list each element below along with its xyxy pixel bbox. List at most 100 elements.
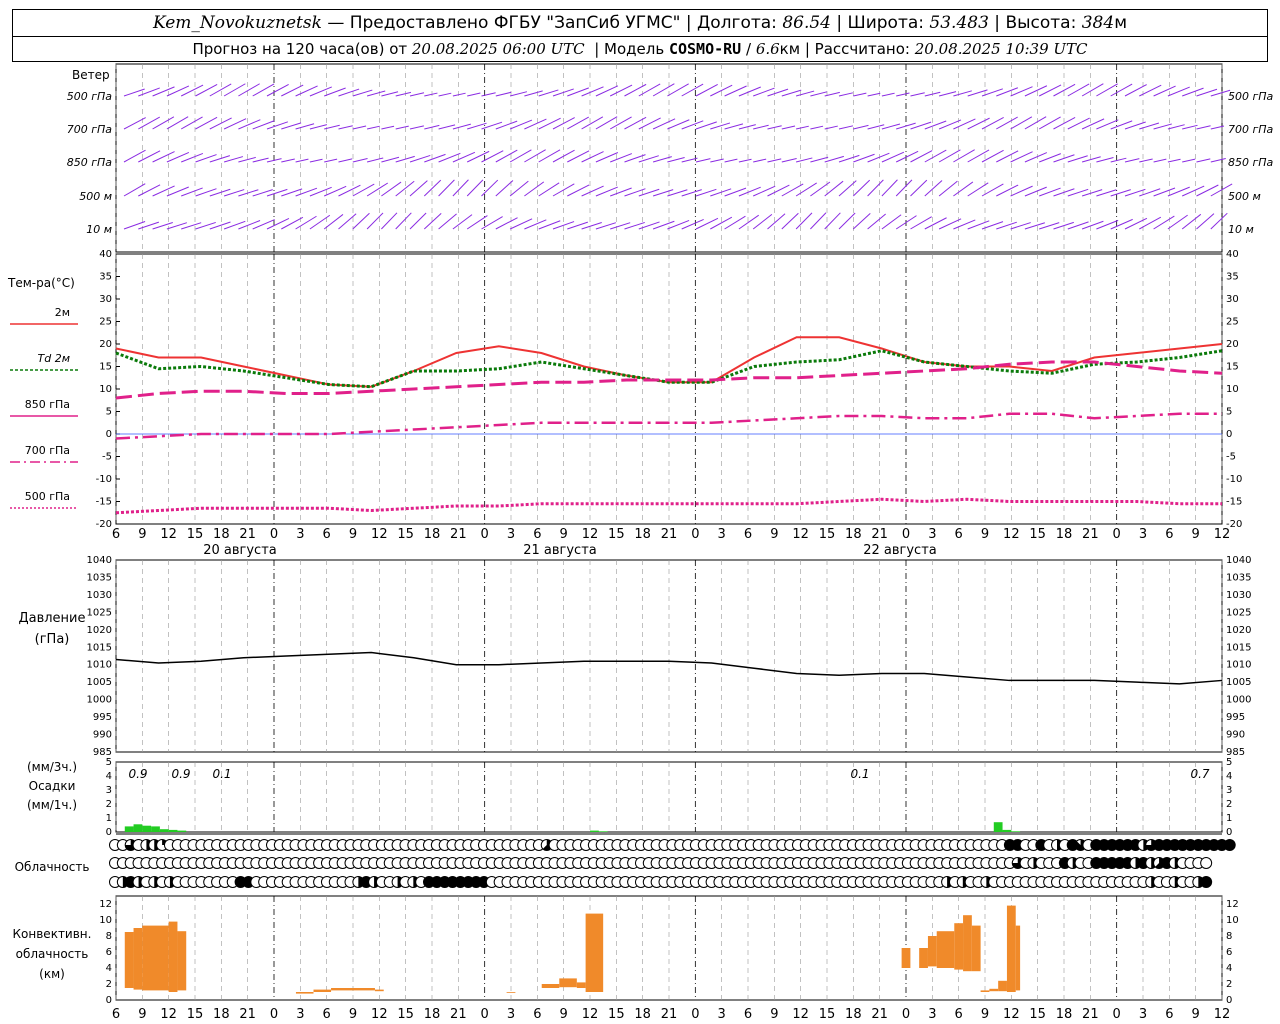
hour-tick-label: 21	[661, 1007, 678, 1022]
precip-tick-label: 3	[106, 785, 112, 796]
wind-barb	[767, 184, 790, 197]
wind-barb	[852, 213, 871, 230]
precip-unit-3h: (мм/3ч.)	[27, 760, 77, 774]
wind-barb	[509, 119, 533, 130]
wind-barb	[881, 179, 898, 197]
hour-tick-label: 6	[112, 527, 120, 542]
wind-barb	[381, 91, 399, 97]
conv-cloud-bar	[998, 980, 1007, 992]
hour-tick-label: 3	[1139, 1007, 1147, 1022]
hour-tick-label: 3	[507, 527, 515, 542]
hour-tick-label: 3	[296, 527, 304, 542]
pressure-tick-label: 1015	[87, 642, 112, 653]
precip-bar	[1002, 829, 1012, 832]
conv-cloud-bar	[919, 948, 928, 968]
wind-barb	[481, 92, 496, 97]
hour-tick-label: 6	[955, 527, 963, 542]
wind-barb	[438, 152, 461, 163]
wind-barb	[938, 91, 957, 97]
hour-tick-label: 18	[213, 1007, 230, 1022]
hour-tick-label: 21	[450, 1007, 467, 1022]
hour-tick-label: 9	[981, 1007, 989, 1022]
hour-tick-label: 6	[323, 1007, 331, 1022]
conv-tick-label: 0	[106, 995, 112, 1006]
wind-barb	[1210, 157, 1226, 163]
wind-barb	[252, 157, 269, 163]
hour-tick-label: 0	[902, 527, 910, 542]
wind-barb	[1167, 124, 1185, 130]
hour-tick-label: 9	[1192, 527, 1200, 542]
conv-cloud-bar	[541, 984, 560, 988]
hour-tick-label: 9	[560, 527, 568, 542]
wind-barb	[795, 212, 813, 230]
wind-barb	[252, 219, 275, 230]
hour-tick-label: 12	[582, 1007, 599, 1022]
wind-barb	[881, 151, 905, 163]
wind-barb	[366, 125, 380, 130]
wind-barb	[953, 118, 976, 130]
conv-tick-label-right: 4	[1226, 963, 1232, 974]
pressure-tick-label: 990	[93, 730, 112, 741]
hour-tick-label: 21	[1082, 527, 1099, 542]
hour-tick-label: 12	[792, 527, 809, 542]
precip-total-label: 0.9	[128, 767, 147, 781]
wind-barb	[1139, 216, 1162, 230]
pressure-tick-label: 1035	[87, 572, 112, 583]
temp-legend-label: 850 гПа	[25, 398, 70, 411]
wind-level-label-right: 850 гПа	[1228, 156, 1274, 169]
hour-tick-label: 9	[349, 527, 357, 542]
wind-barb	[324, 158, 338, 163]
wind-barb	[1010, 86, 1033, 97]
hour-tick-label: 15	[397, 1007, 414, 1022]
wind-barb	[409, 212, 427, 230]
hour-tick-label: 12	[371, 1007, 388, 1022]
precip-bar	[590, 830, 599, 832]
wind-barb	[695, 217, 719, 230]
wind-barb	[1182, 158, 1196, 163]
wind-level-label: 10 м	[86, 223, 112, 236]
wind-barb	[467, 92, 481, 97]
wind-barb	[495, 91, 512, 97]
wind-barb	[967, 117, 990, 130]
temp-tick-label-right: -5	[1226, 452, 1236, 463]
hour-tick-label: 6	[955, 1007, 963, 1022]
pressure-unit: (гПа)	[35, 632, 70, 647]
hour-tick-label: 3	[296, 1007, 304, 1022]
hour-tick-label: 6	[744, 1007, 752, 1022]
hour-tick-label: 6	[533, 527, 541, 542]
wind-barb	[481, 179, 499, 197]
wind-barb	[338, 158, 353, 163]
conv-tick-label-right: 0	[1226, 995, 1232, 1006]
hour-tick-label: 9	[349, 1007, 357, 1022]
wind-barb	[895, 179, 913, 197]
cloud-cover-circle	[1200, 857, 1213, 869]
wind-level-label: 850 гПа	[67, 156, 113, 169]
conv-title-2: облачность	[16, 947, 89, 961]
conv-cloud-bar	[954, 923, 964, 970]
wind-barb	[509, 91, 528, 97]
wind-barb	[409, 125, 424, 130]
temp-tick-label-right: -10	[1226, 474, 1242, 485]
temp-tick-label: 35	[99, 272, 112, 283]
conv-cloud-bar	[295, 992, 314, 994]
conv-tick-label: 12	[99, 899, 112, 910]
hour-tick-label: 9	[1192, 1007, 1200, 1022]
precip-bar	[124, 826, 134, 832]
wind-barb	[795, 157, 813, 163]
pressure-tick-label: 995	[93, 712, 112, 723]
hour-tick-label: 15	[187, 1007, 204, 1022]
conv-cloud-bar	[585, 913, 604, 992]
wind-barb	[681, 218, 704, 230]
conv-cloud-bar	[971, 925, 981, 972]
hour-tick-label: 21	[450, 527, 467, 542]
hour-tick-label: 21	[661, 527, 678, 542]
wind-barb	[238, 156, 256, 163]
pressure-tick-label-right: 1030	[1226, 590, 1251, 601]
conv-tick-label: 8	[106, 931, 112, 942]
conv-tick-label-right: 2	[1226, 979, 1232, 990]
wind-barb	[910, 179, 928, 197]
hour-tick-label: 18	[845, 1007, 862, 1022]
wind-level-label-right: 500 м	[1228, 190, 1261, 203]
wind-barb	[710, 158, 724, 163]
conv-cloud-bar	[1006, 905, 1016, 992]
